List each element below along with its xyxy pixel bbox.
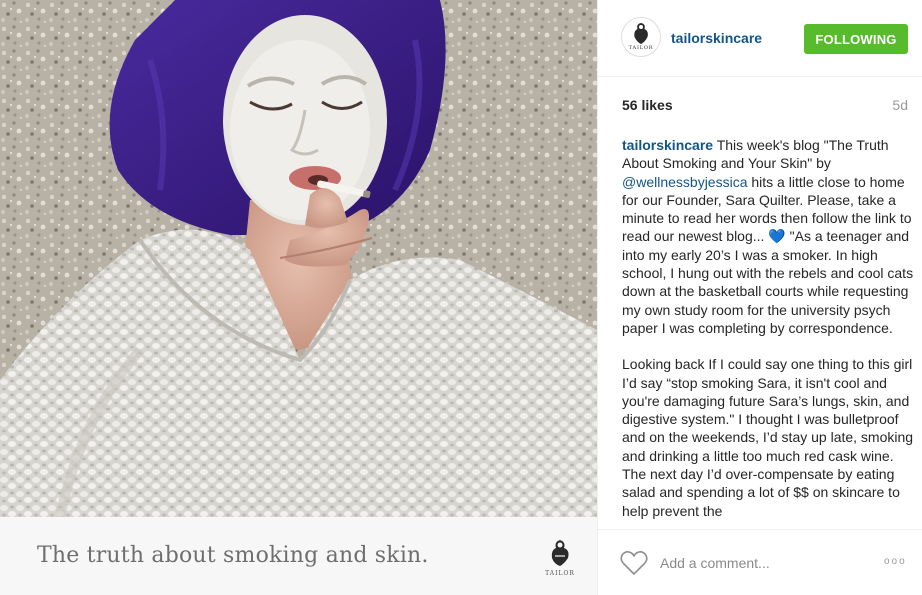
post-caption: tailorskincare This week's blog "The Tru… <box>622 136 915 528</box>
caption-text-3: "As a teenager and into my early 20’s I … <box>622 228 914 336</box>
caption-paragraph-1: tailorskincare This week's blog "The Tru… <box>622 136 915 337</box>
caption-logo-word: TAILOR <box>545 570 575 577</box>
more-options-button[interactable]: ooo <box>884 554 912 570</box>
likes-count[interactable]: 56 likes <box>622 97 673 113</box>
following-button[interactable]: FOLLOWING <box>804 24 908 54</box>
username-link[interactable]: tailorskincare <box>671 30 762 46</box>
caption-author-link[interactable]: tailorskincare <box>622 137 713 153</box>
like-button[interactable] <box>620 550 648 576</box>
comment-input[interactable] <box>660 552 860 574</box>
avatar[interactable]: TAILOR <box>621 17 661 57</box>
tailor-logo-icon <box>634 23 648 44</box>
post-footer: ooo <box>598 529 922 595</box>
post-photo-illustration <box>0 0 597 517</box>
mention-link[interactable]: @wellnessbyjessica <box>622 174 747 190</box>
post-header: TAILOR tailorskincare FOLLOWING <box>598 0 922 77</box>
post-photo[interactable] <box>0 0 597 517</box>
post-side-panel: TAILOR tailorskincare FOLLOWING 56 likes… <box>597 0 922 595</box>
blue-heart-icon: 💙 <box>768 228 786 245</box>
caption-paragraph-2: Looking back If I could say one thing to… <box>622 356 914 519</box>
avatar-logo-word: TAILOR <box>628 45 654 51</box>
tailor-logo-icon: TAILOR <box>540 536 580 580</box>
caption-text: The truth about smoking and skin. <box>37 543 429 568</box>
caption-card: The truth about smoking and skin. TAILOR <box>0 517 597 595</box>
post-timestamp[interactable]: 5d <box>892 97 908 113</box>
ellipsis-icon: ooo <box>884 556 907 567</box>
heart-outline-icon <box>620 551 648 575</box>
post-stats: 56 likes 5d <box>622 97 908 117</box>
